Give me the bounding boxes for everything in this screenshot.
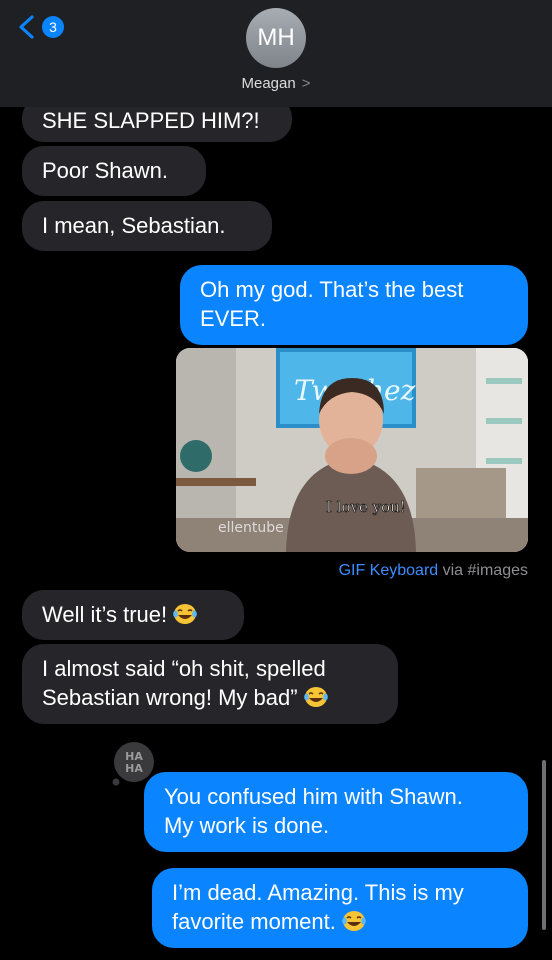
contact-name-button[interactable]: Meagan >: [0, 75, 552, 92]
gif-message[interactable]: Tw Chez I love you! ellentube: [176, 348, 528, 552]
message-text-line: EVER.: [200, 306, 267, 331]
conversation-header: 3 MH Meagan >: [0, 0, 552, 107]
message-text-line: You confused him with Shawn.: [164, 784, 463, 809]
laughing-tears-icon: [303, 687, 328, 707]
message-bubble-received[interactable]: I mean, Sebastian.: [22, 201, 272, 251]
message-text-line: My work is done.: [164, 813, 330, 838]
message-bubble-sent[interactable]: Oh my god. That’s the best EVER.: [180, 265, 528, 345]
haha-tapback-icon[interactable]: HA HA: [108, 740, 160, 788]
laughing-tears-icon: [173, 604, 197, 624]
contact-name-label: Meagan: [241, 75, 296, 92]
message-bubble-received[interactable]: Well it’s true!: [22, 590, 244, 640]
unread-count-badge: 3: [42, 16, 64, 38]
message-text: Well it’s true!: [42, 602, 168, 627]
message-bubble-received[interactable]: I almost said “oh shit, spelled Sebastia…: [22, 644, 398, 724]
contact-avatar[interactable]: MH: [246, 8, 306, 68]
scrollbar[interactable]: [542, 760, 546, 930]
gif-attribution: GIF Keyboard via #images: [339, 562, 528, 580]
message-bubble-sent[interactable]: I’m dead. Amazing. This is my favorite m…: [152, 868, 528, 948]
message-text: SHE SLAPPED HIM?!: [42, 108, 260, 133]
gif-source-link[interactable]: GIF Keyboard: [339, 562, 439, 579]
chevron-right-icon: >: [301, 75, 311, 92]
laughing-tears-icon: [342, 911, 366, 931]
message-bubble-received[interactable]: Poor Shawn.: [22, 146, 206, 196]
message-text-line: I almost said “oh shit, spelled: [42, 656, 326, 681]
message-text-line: Oh my god. That’s the best: [200, 277, 464, 302]
message-text-line: favorite moment.: [172, 909, 336, 934]
gif-image: Tw Chez I love you! ellentube: [176, 348, 528, 552]
back-button[interactable]: 3: [14, 14, 64, 40]
gif-watermark: ellentube: [218, 520, 284, 536]
message-text: Poor Shawn.: [42, 158, 168, 183]
chevron-left-icon: [19, 15, 34, 39]
tapback-label-line2: HA: [125, 762, 143, 775]
message-text-line: Sebastian wrong! My bad”: [42, 685, 298, 710]
message-text-line: I’m dead. Amazing. This is my: [172, 880, 464, 905]
message-bubble-sent[interactable]: You confused him with Shawn. My work is …: [144, 772, 528, 852]
message-text: I mean, Sebastian.: [42, 213, 226, 238]
gif-via-label: via #images: [442, 562, 528, 579]
gif-overlay-text: I love you!: [326, 498, 406, 516]
